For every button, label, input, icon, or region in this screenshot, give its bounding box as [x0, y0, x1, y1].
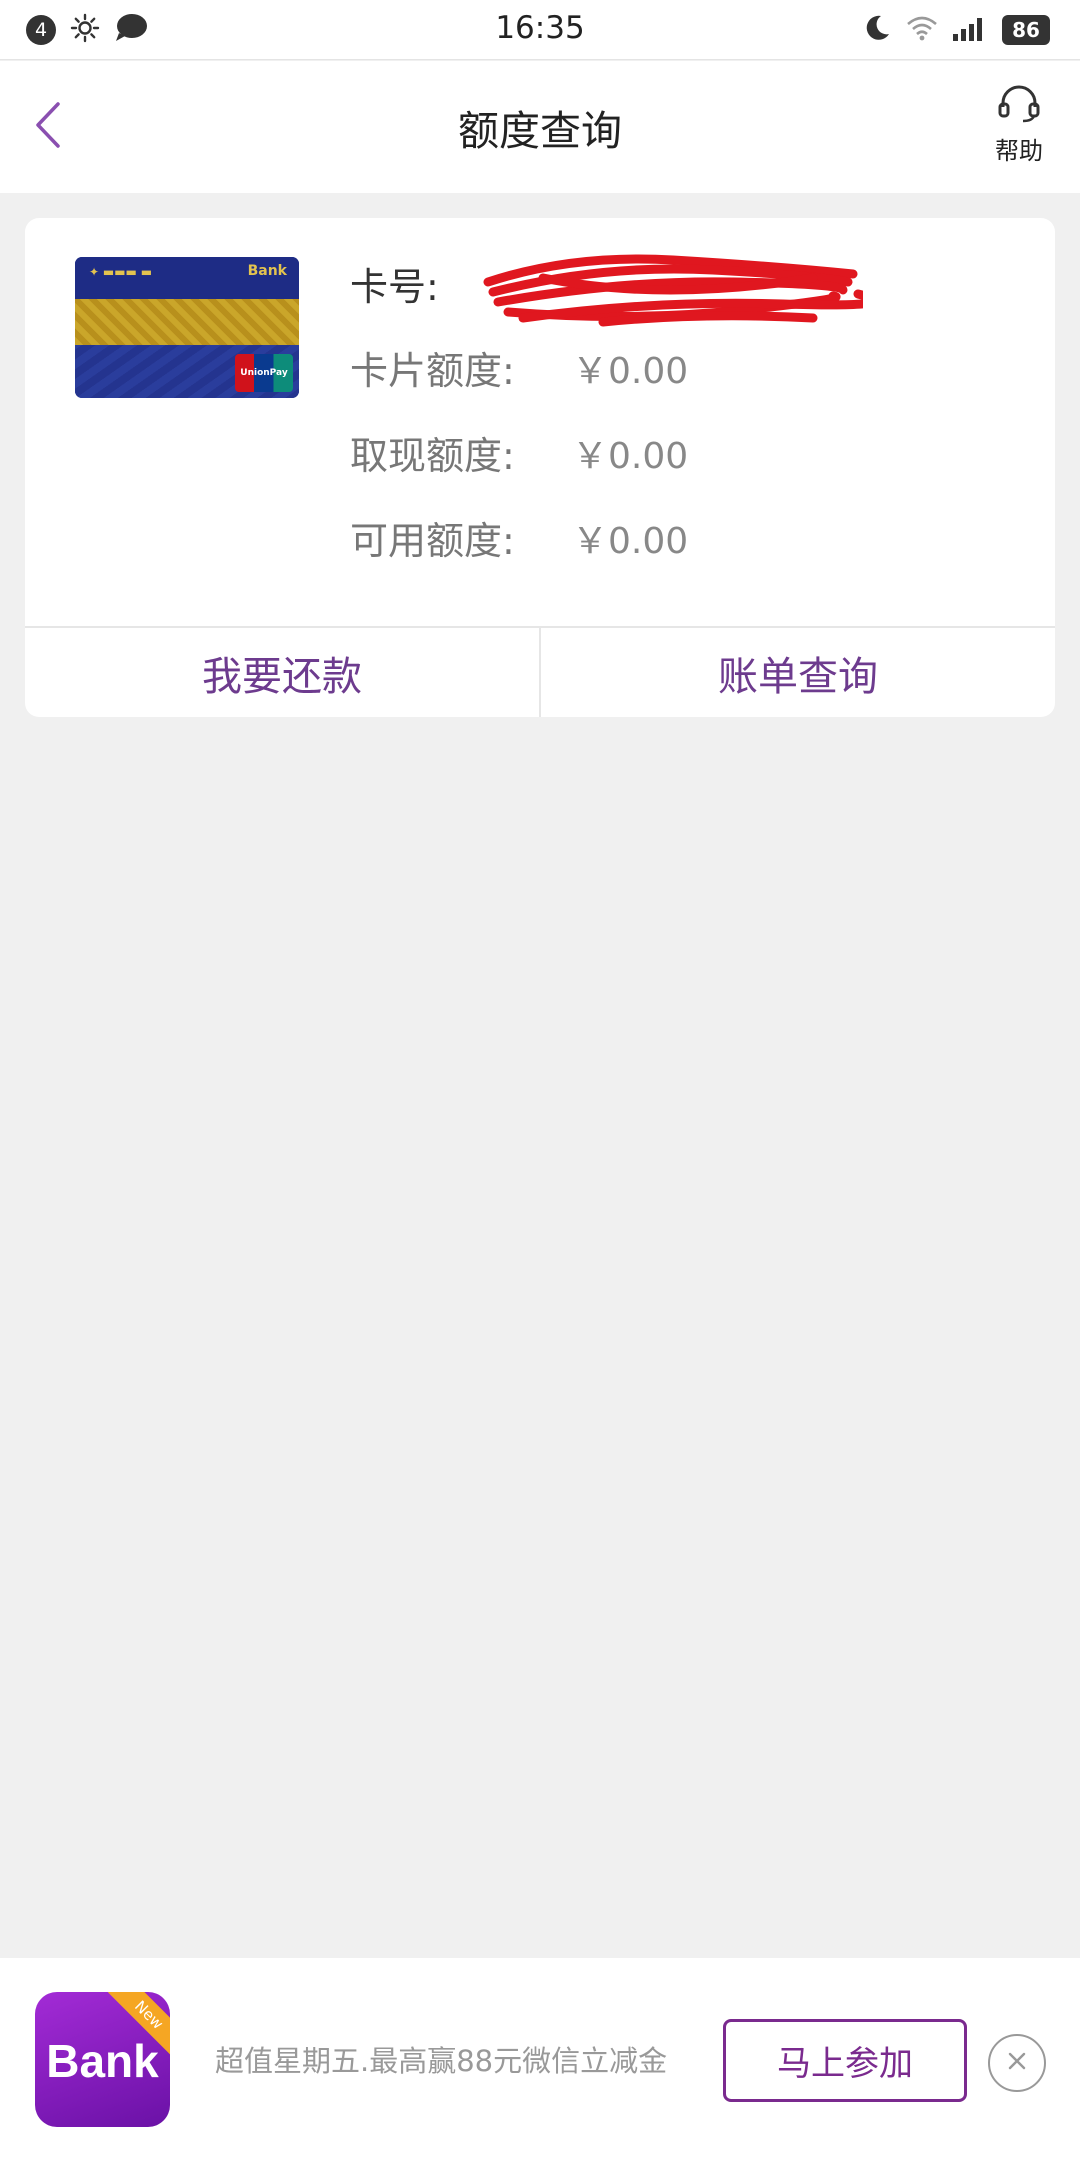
cash-limit-label: 取现额度:	[350, 434, 515, 478]
battery-indicator: 86	[1002, 15, 1050, 45]
card-number-row: 卡号:	[350, 254, 863, 327]
cash-limit-value: ￥0.00	[572, 435, 689, 477]
chevron-left-icon	[32, 100, 64, 154]
card-brand-mark: ✦ ▬▬▬ ▬	[89, 265, 153, 279]
card-number-label: 卡号:	[350, 265, 439, 309]
available-limit-label: 可用额度:	[350, 519, 515, 563]
card-limit-value: ￥0.00	[572, 350, 689, 392]
bank-logo-text: Bank	[46, 2035, 159, 2087]
close-icon	[1006, 2050, 1028, 2076]
redaction-scribble	[483, 254, 863, 327]
card-limit-row: 卡片额度: ￥0.00	[350, 340, 688, 395]
signal-icon	[952, 14, 988, 46]
repay-button[interactable]: 我要还款	[25, 628, 539, 717]
credit-card-image: ✦ ▬▬▬ ▬ Bank UnionPay	[75, 257, 299, 398]
status-bar: 4 16:35 86	[0, 0, 1080, 60]
card-panel: ✦ ▬▬▬ ▬ Bank UnionPay 卡号: 卡片额度: ￥0.00 取现…	[25, 218, 1055, 717]
promo-text: 超值星期五.最高赢88元微信立减金	[215, 2044, 668, 2078]
help-label: 帮助	[995, 137, 1043, 165]
status-right: 86	[862, 12, 1050, 48]
bill-query-button[interactable]: 账单查询	[541, 628, 1055, 717]
headset-icon	[997, 83, 1041, 127]
back-button[interactable]	[18, 95, 78, 159]
available-limit-value: ￥0.00	[572, 520, 689, 562]
promo-banner: Bank New 超值星期五.最高赢88元微信立减金 马上参加	[0, 1958, 1080, 2160]
available-limit-row: 可用额度: ￥0.00	[350, 510, 688, 565]
card-bank-mark: Bank	[247, 263, 287, 279]
unionpay-icon: UnionPay	[235, 354, 293, 392]
nav-bar: 额度查询 帮助	[0, 61, 1080, 193]
wifi-icon	[906, 14, 938, 46]
help-button[interactable]: 帮助	[984, 83, 1054, 175]
bank-app-logo: Bank New	[35, 1992, 170, 2127]
card-limit-label: 卡片额度:	[350, 349, 515, 393]
join-now-button[interactable]: 马上参加	[723, 2019, 967, 2102]
cash-limit-row: 取现额度: ￥0.00	[350, 425, 688, 480]
close-promo-button[interactable]	[988, 2034, 1046, 2092]
moon-icon	[862, 13, 892, 47]
page-title: 额度查询	[458, 107, 622, 155]
